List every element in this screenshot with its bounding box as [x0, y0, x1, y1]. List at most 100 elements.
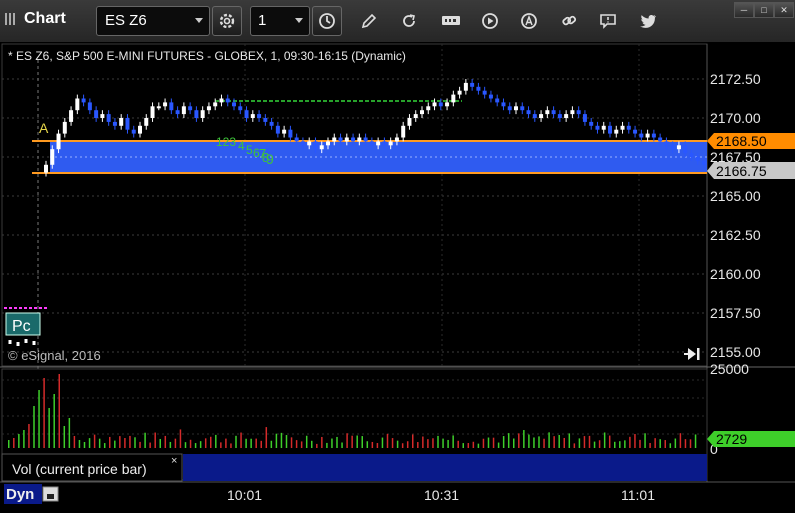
- candle-body: [589, 121, 594, 126]
- link-button[interactable]: [558, 10, 580, 32]
- volume-bar: [629, 436, 631, 448]
- candle-body: [394, 137, 399, 142]
- volume-bar: [603, 432, 606, 448]
- twitter-button[interactable]: [637, 10, 659, 32]
- dyn-mode-label: Dyn: [6, 486, 34, 503]
- volume-bar: [442, 438, 444, 448]
- volume-bar: [245, 438, 247, 448]
- prior-close-label: Pc: [12, 318, 31, 335]
- volume-bar: [119, 436, 121, 448]
- time-label-3: 11:01: [621, 487, 655, 503]
- volume-bar: [341, 442, 343, 448]
- volume-bar: [336, 436, 338, 448]
- price-chart[interactable]: 123 4 5 6 7 8 9 * ES Z6, S&P 500 E-MINI …: [0, 42, 795, 508]
- volume-bar: [497, 442, 500, 448]
- candle-body: [695, 157, 700, 161]
- price-axis[interactable]: 2172.502170.002167.502165.002162.502160.…: [710, 71, 761, 360]
- volume-bar: [225, 438, 227, 448]
- volume-bar: [8, 440, 10, 448]
- chevron-down-icon[interactable]: [295, 18, 303, 23]
- candle-body: [125, 118, 130, 130]
- volume-bar: [78, 440, 81, 448]
- symbol-input[interactable]: ES Z6: [96, 6, 210, 36]
- volume-bar: [548, 432, 550, 448]
- candle-body: [495, 98, 500, 103]
- app-title: Chart: [4, 10, 66, 28]
- volume-bar: [437, 435, 439, 448]
- volume-bar: [331, 438, 333, 448]
- chart-header: * ES Z6, S&P 500 E-MINI FUTURES - GLOBEX…: [8, 49, 406, 63]
- volume-bar: [573, 443, 576, 448]
- volume-bar: [220, 442, 222, 448]
- volume-bar: [568, 433, 571, 448]
- get-button[interactable]: [440, 10, 462, 32]
- volume-bar: [43, 378, 45, 448]
- get-icon: [442, 16, 460, 25]
- close-icon: ✕: [780, 4, 788, 15]
- candle-body: [557, 114, 562, 118]
- volume-bar: [538, 436, 540, 448]
- app-title-label: Chart: [24, 10, 66, 27]
- time-label-1: 10:01: [227, 487, 262, 503]
- candle-body: [539, 114, 544, 118]
- candle-body: [200, 110, 205, 118]
- close-button[interactable]: ✕: [774, 2, 794, 18]
- candle-body: [351, 137, 356, 142]
- candle-body: [407, 118, 412, 126]
- volume-bar: [240, 432, 242, 448]
- candle-body: [263, 118, 268, 122]
- volume-bar: [502, 436, 505, 448]
- candle-body: [163, 102, 168, 107]
- candle-body: [131, 129, 136, 134]
- minimize-button[interactable]: ─: [734, 2, 754, 18]
- grip-icon: [5, 13, 15, 25]
- close-study-icon[interactable]: ×: [171, 455, 177, 467]
- price-tick-label: 2165.00: [710, 188, 761, 204]
- volume-bar: [63, 426, 66, 448]
- volume-bar: [543, 438, 545, 448]
- volume-bar: [598, 440, 601, 448]
- refresh-button[interactable]: [398, 10, 420, 32]
- candle-body: [87, 102, 92, 111]
- interval-input[interactable]: 1: [250, 6, 310, 36]
- candle-body: [532, 114, 537, 118]
- upper-price-flag: 2168.50: [707, 133, 795, 149]
- candle-body: [413, 114, 418, 118]
- volume-bar: [13, 438, 15, 448]
- time-axis[interactable]: [0, 482, 795, 508]
- volume-bar: [280, 432, 283, 448]
- volume-bar: [326, 442, 328, 448]
- candle-body: [326, 141, 330, 146]
- draw-button[interactable]: [358, 10, 380, 32]
- chevron-down-icon[interactable]: [195, 18, 203, 23]
- volume-bar: [593, 441, 596, 448]
- settings-button[interactable]: [212, 6, 242, 36]
- candle-body: [689, 153, 694, 157]
- candle-body: [514, 106, 518, 111]
- volume-bar: [68, 418, 71, 448]
- candle-body: [282, 129, 287, 134]
- comment-button[interactable]: [597, 10, 619, 32]
- volume-bar: [644, 433, 646, 448]
- volume-bar: [134, 437, 136, 448]
- volume-bar: [48, 408, 50, 448]
- candle-body: [670, 145, 675, 150]
- chart-area[interactable]: 123 4 5 6 7 8 9 * ES Z6, S&P 500 E-MINI …: [0, 42, 795, 508]
- candle-body: [426, 106, 431, 111]
- volume-bar: [396, 440, 399, 448]
- volume-bar: [184, 442, 187, 448]
- chart-toolbar: Chart ES Z6 1 ─ □ ✕: [0, 0, 795, 43]
- price-tick-label: 2157.50: [710, 305, 761, 321]
- volume-bar: [533, 437, 535, 448]
- volume-bar: [290, 437, 293, 448]
- candle-body: [50, 149, 55, 165]
- volume-bar: [235, 435, 237, 448]
- alert-button[interactable]: [518, 10, 540, 32]
- candle-body: [313, 141, 318, 150]
- play-button[interactable]: [479, 10, 501, 32]
- volume-bar: [311, 440, 313, 448]
- volume-bar: [523, 430, 525, 448]
- volume-bar: [381, 437, 384, 448]
- interval-clock-button[interactable]: [312, 6, 342, 36]
- maximize-button[interactable]: □: [754, 2, 774, 18]
